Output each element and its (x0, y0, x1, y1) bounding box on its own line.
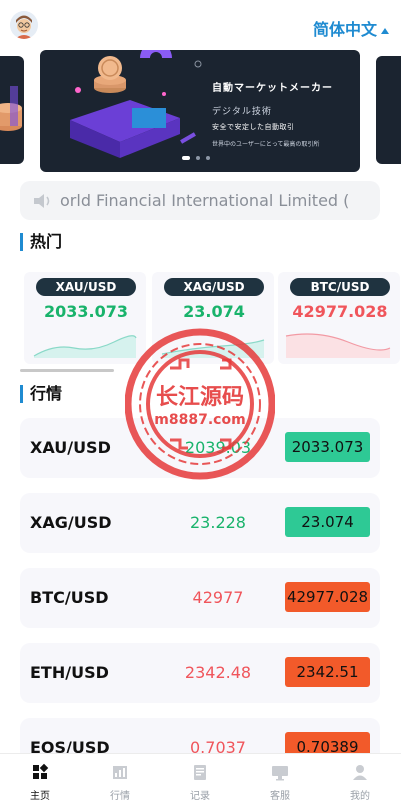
quote-row[interactable]: BTC/USD 42977 42977.028 (20, 568, 380, 628)
hot-card-price: 2033.073 (43, 302, 128, 321)
notice-marquee[interactable]: orld Financial International Limited ( (20, 181, 380, 220)
hot-carousel[interactable]: XAU/USD 2033.073 XAG/USD 23.074 BTC/USD … (0, 270, 401, 366)
hot-card[interactable]: BTC/USD 42977.028 (278, 272, 400, 364)
user-profile-icon (353, 765, 367, 780)
avatar[interactable] (10, 11, 38, 39)
hot-card-price: 23.074 (183, 302, 245, 321)
service-monitor-icon (272, 766, 288, 781)
quote-open-price: 23.228 (190, 513, 246, 532)
hot-card-symbol: BTC/USD (290, 278, 390, 296)
carousel-dot[interactable] (196, 156, 200, 160)
banner-next-slide[interactable] (376, 56, 401, 164)
home-grid-icon (33, 763, 49, 779)
quote-row[interactable]: ETH/USD 2342.48 2342.51 (20, 643, 380, 703)
language-selector[interactable]: 简体中文 (313, 16, 389, 40)
carousel-dots (182, 156, 210, 160)
hot-scroll-indicator (20, 369, 114, 372)
tab-records[interactable]: 记录 (160, 754, 240, 804)
banner-illustration (70, 50, 202, 158)
quote-open-price: 42977 (192, 588, 244, 607)
hot-card-sparkline (161, 339, 265, 358)
market-section-title: 行情 (20, 385, 62, 403)
tab-label: 记录 (190, 791, 210, 802)
notice-text: orld Financial International Limited ( (60, 191, 350, 210)
hot-card-sparkline (33, 335, 137, 358)
banner-subtitle: デジタル技術 (212, 107, 272, 117)
tab-label: 客服 (270, 791, 290, 802)
language-label: 简体中文 (312, 20, 377, 39)
quote-current-badge[interactable]: 23.074 (285, 507, 370, 537)
watermark-title: 长江源码 (156, 385, 244, 410)
caret-up-icon (381, 28, 389, 34)
carousel-dot[interactable] (206, 156, 210, 160)
banner-text-line4: 世界中のユーザーにとって最高の取引所 (212, 141, 320, 148)
speaker-icon (34, 194, 50, 208)
hot-section-title: 热门 (20, 233, 62, 251)
hot-card[interactable]: XAG/USD 23.074 (152, 272, 274, 364)
quote-current-badge[interactable]: 42977.028 (285, 582, 370, 612)
quote-open-price: 2342.48 (184, 663, 252, 682)
banner-title: 自動マーケットメーカー (212, 83, 333, 94)
banner-prev-slide[interactable] (0, 56, 24, 164)
tab-home[interactable]: 主页 (0, 754, 80, 804)
quote-symbol: BTC/USD (30, 588, 109, 607)
tab-label: 主页 (30, 791, 50, 802)
bottom-tab-bar: 主页 行情 记录 客服 我的 (0, 753, 401, 804)
tab-profile[interactable]: 我的 (320, 754, 400, 804)
carousel-dot[interactable] (182, 156, 190, 160)
coin-stack-icon (0, 86, 22, 131)
banner-text-line3: 安全で安定した自動取引 (212, 123, 295, 131)
hot-card-symbol: XAG/USD (164, 278, 264, 296)
quote-current-badge[interactable]: 2342.51 (285, 657, 370, 687)
quote-row[interactable]: XAG/USD 23.228 23.074 (20, 493, 380, 553)
quote-symbol: XAG/USD (30, 513, 112, 532)
quote-symbol: XAU/USD (30, 438, 111, 457)
hot-card[interactable]: XAU/USD 2033.073 (24, 272, 146, 364)
record-doc-icon (194, 765, 206, 780)
tab-label: 我的 (350, 791, 370, 802)
market-chart-icon (113, 766, 127, 779)
hot-card-sparkline (285, 333, 391, 358)
hot-card-symbol: XAU/USD (36, 278, 136, 296)
quote-current-badge[interactable]: 2033.073 (285, 432, 370, 462)
top-bar: 简体中文 (0, 0, 401, 48)
quote-row[interactable]: XAU/USD 2039.03 2033.073 (20, 418, 380, 478)
avatar-face-icon (10, 11, 38, 39)
tab-service[interactable]: 客服 (240, 754, 320, 804)
banner-slide-active[interactable]: 自動マーケットメーカー デジタル技術 安全で安定した自動取引 世界中のユーザーに… (40, 50, 360, 172)
quote-open-price: 2039.03 (184, 438, 252, 457)
tab-market[interactable]: 行情 (80, 754, 160, 804)
quote-symbol: ETH/USD (30, 663, 109, 682)
hot-card-price: 42977.028 (292, 302, 388, 321)
tab-label: 行情 (110, 791, 130, 802)
banner-carousel[interactable]: 自動マーケットメーカー デジタル技術 安全で安定した自動取引 世界中のユーザーに… (0, 50, 401, 172)
